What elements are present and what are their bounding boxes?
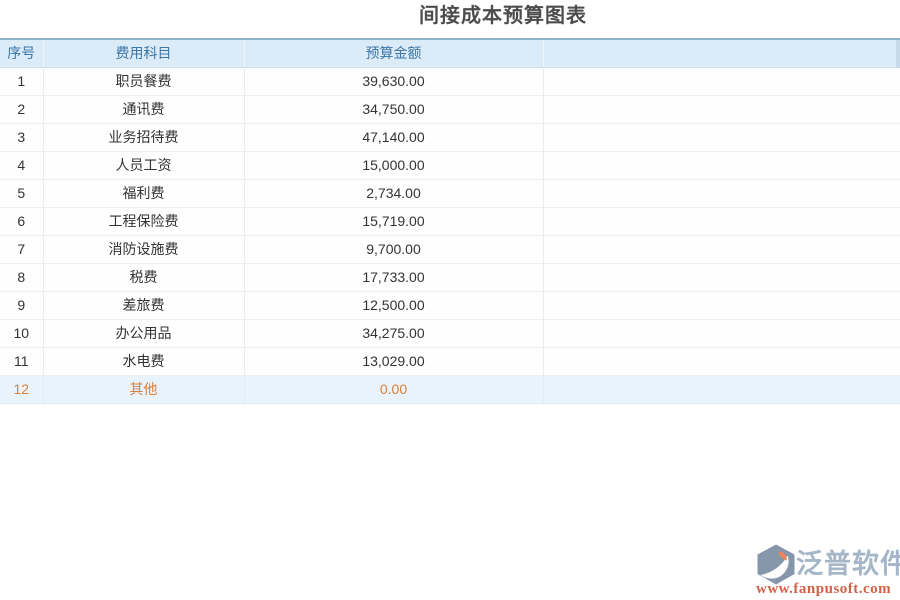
cell-row-number: 6 xyxy=(0,207,43,235)
table-row[interactable]: 4 人员工资 15,000.00 xyxy=(0,151,900,179)
cell-category: 人员工资 xyxy=(43,151,244,179)
vendor-name: 泛普软件 xyxy=(796,542,900,581)
cell-extra xyxy=(543,235,900,263)
scrollbar-corner xyxy=(896,40,900,68)
cell-row-number: 4 xyxy=(0,151,43,179)
cell-row-number: 2 xyxy=(0,95,43,123)
cell-amount: 12,500.00 xyxy=(244,291,543,319)
table-body: 1 职员餐费 39,630.00 2 通讯费 34,750.00 3 业务招待费… xyxy=(0,67,900,403)
cell-extra xyxy=(543,67,900,95)
cell-row-number: 1 xyxy=(0,67,43,95)
table-row[interactable]: 3 业务招待费 47,140.00 xyxy=(0,123,900,151)
table-header-row: 序号 费用科目 预算金额 xyxy=(0,39,900,67)
cell-extra xyxy=(543,179,900,207)
cell-amount: 9,700.00 xyxy=(244,235,543,263)
cell-row-number: 3 xyxy=(0,123,43,151)
cell-row-number: 10 xyxy=(0,319,43,347)
cell-extra xyxy=(543,347,900,375)
cell-amount: 15,000.00 xyxy=(244,151,543,179)
table-row[interactable]: 11 水电费 13,029.00 xyxy=(0,347,900,375)
table-row[interactable]: 10 办公用品 34,275.00 xyxy=(0,319,900,347)
cell-category: 消防设施费 xyxy=(43,235,244,263)
table-row[interactable]: 12 其他 0.00 xyxy=(0,375,900,403)
cell-extra xyxy=(543,319,900,347)
cell-amount: 2,734.00 xyxy=(244,179,543,207)
cell-category: 水电费 xyxy=(43,347,244,375)
cell-category: 工程保险费 xyxy=(43,207,244,235)
cell-row-number: 9 xyxy=(0,291,43,319)
page: 间接成本预算图表 序号 费用科目 预算金额 1 职员餐费 39,630.00 2… xyxy=(0,0,900,600)
table-row[interactable]: 2 通讯费 34,750.00 xyxy=(0,95,900,123)
cell-category: 通讯费 xyxy=(43,95,244,123)
table-row[interactable]: 1 职员餐费 39,630.00 xyxy=(0,67,900,95)
cell-category: 职员餐费 xyxy=(43,67,244,95)
title-wrap: 间接成本预算图表 xyxy=(0,0,900,28)
header-cell-category: 费用科目 xyxy=(43,39,244,67)
header-cell-amount: 预算金额 xyxy=(244,39,543,67)
cell-extra xyxy=(543,207,900,235)
cell-row-number: 11 xyxy=(0,347,43,375)
table-row[interactable]: 6 工程保险费 15,719.00 xyxy=(0,207,900,235)
cell-row-number: 7 xyxy=(0,235,43,263)
table-row[interactable]: 9 差旅费 12,500.00 xyxy=(0,291,900,319)
vendor-website-link[interactable]: www.fanpusoft.com xyxy=(756,581,891,598)
cell-category: 福利费 xyxy=(43,179,244,207)
cell-category: 办公用品 xyxy=(43,319,244,347)
indirect-cost-budget-table: 序号 费用科目 预算金额 1 职员餐费 39,630.00 2 通讯费 34,7… xyxy=(0,38,900,404)
table-row[interactable]: 5 福利费 2,734.00 xyxy=(0,179,900,207)
cell-amount: 47,140.00 xyxy=(244,123,543,151)
table-row[interactable]: 8 税费 17,733.00 xyxy=(0,263,900,291)
cell-amount: 0.00 xyxy=(244,375,543,403)
cell-amount: 13,029.00 xyxy=(244,347,543,375)
cell-amount: 39,630.00 xyxy=(244,67,543,95)
cell-category: 其他 xyxy=(43,375,244,403)
cell-extra xyxy=(543,375,900,403)
cell-category: 业务招待费 xyxy=(43,123,244,151)
cell-extra xyxy=(543,123,900,151)
header-cell-no: 序号 xyxy=(0,39,43,67)
cell-row-number: 5 xyxy=(0,179,43,207)
cell-amount: 34,275.00 xyxy=(244,319,543,347)
table-row[interactable]: 7 消防设施费 9,700.00 xyxy=(0,235,900,263)
header-cell-extra xyxy=(543,39,900,67)
fanpu-logo-icon xyxy=(757,544,795,585)
cell-extra xyxy=(543,95,900,123)
cell-extra xyxy=(543,291,900,319)
vendor-watermark: 泛普软件 www.fanpusoft.com xyxy=(756,541,894,598)
cell-row-number: 8 xyxy=(0,263,43,291)
cell-amount: 15,719.00 xyxy=(244,207,543,235)
cell-category: 税费 xyxy=(43,263,244,291)
cell-extra xyxy=(543,151,900,179)
cell-amount: 17,733.00 xyxy=(244,263,543,291)
cell-row-number: 12 xyxy=(0,375,43,403)
cell-category: 差旅费 xyxy=(43,291,244,319)
page-title: 间接成本预算图表 xyxy=(419,5,587,28)
cell-amount: 34,750.00 xyxy=(244,95,543,123)
cell-extra xyxy=(543,263,900,291)
